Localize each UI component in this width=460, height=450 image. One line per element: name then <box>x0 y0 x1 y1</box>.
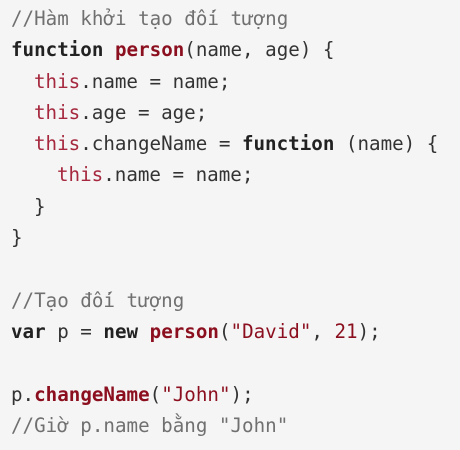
code-line-14: //Giờ p.name bằng "John" <box>11 410 460 441</box>
code-line-4: this.age = age; <box>11 97 460 128</box>
code-keyword: function <box>241 132 335 156</box>
code-block: //Hàm khởi tạo đối tượng function person… <box>0 0 460 450</box>
code-keyword: function <box>11 38 104 62</box>
code-text: ( <box>149 382 162 406</box>
code-function-name: person <box>114 38 185 62</box>
code-comment: //Tạo đối tượng <box>11 288 185 312</box>
code-line-8: } <box>11 222 460 253</box>
code-string: "John" <box>161 382 231 406</box>
code-comment: //Hàm khởi tạo đối tượng <box>11 7 289 30</box>
code-line-10: //Tạo đối tượng <box>11 285 460 316</box>
code-line-12-empty <box>11 347 460 378</box>
code-function-name: person <box>149 319 219 343</box>
code-text: p = <box>45 319 104 343</box>
code-this-keyword: this <box>34 69 81 93</box>
code-text: .age = age; <box>80 100 208 124</box>
code-line-6: this.name = name; <box>11 159 460 190</box>
code-text: .changeName = <box>80 132 242 156</box>
code-line-9-empty <box>11 253 460 284</box>
code-line-5: this.changeName = function (name) { <box>11 128 460 159</box>
code-keyword: var <box>11 319 46 343</box>
code-text: p. <box>11 382 35 406</box>
code-text: , <box>311 319 335 343</box>
code-line-3: this.name = name; <box>11 66 460 97</box>
code-line-13: p.changeName("John"); <box>11 379 460 410</box>
code-this-keyword: this <box>34 100 81 124</box>
code-line-11: var p = new person("David", 21); <box>11 316 460 347</box>
code-keyword: new <box>103 319 139 343</box>
code-closing-brace: } <box>34 194 46 218</box>
code-text: .name = name; <box>103 163 254 187</box>
code-closing-brace: } <box>11 226 23 250</box>
code-line-7: } <box>11 191 460 222</box>
code-text: (name, age) { <box>184 38 335 62</box>
code-this-keyword: this <box>57 163 104 187</box>
code-line-1: //Hàm khởi tạo đối tượng <box>11 3 460 34</box>
code-this-keyword: this <box>34 132 81 156</box>
code-number: 21 <box>334 319 358 343</box>
code-function-name: changeName <box>34 382 150 406</box>
code-text: ); <box>357 319 381 343</box>
code-text: ); <box>230 382 254 406</box>
code-line-2: function person(name, age) { <box>11 34 460 65</box>
code-comment: //Giờ p.name bằng "John" <box>11 413 289 437</box>
code-text: (name) { <box>334 132 439 156</box>
code-text: ( <box>218 319 231 343</box>
code-string: "David" <box>230 319 312 343</box>
code-text: .name = name; <box>80 69 231 93</box>
